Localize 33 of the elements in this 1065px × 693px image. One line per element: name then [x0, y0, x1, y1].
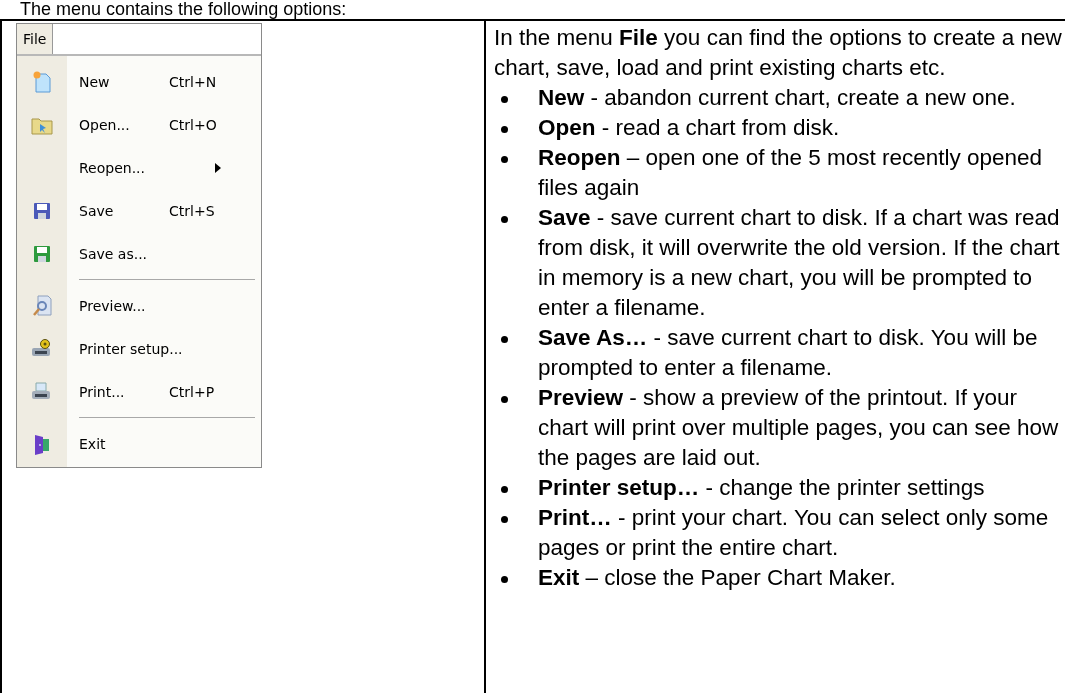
menu-item[interactable]: New Ctrl+N	[17, 60, 261, 103]
bullet-text: Save As… - save current chart to disk. You will be prompted to enter a filename.	[538, 324, 1039, 382]
menu-item[interactable]: Open... Ctrl+O	[17, 103, 261, 146]
bullet-text: Printer setup… - change the printer settings	[538, 474, 986, 502]
bullet-text: New - abandon current chart, create a new one.	[538, 84, 1017, 112]
bullet-icon	[501, 576, 508, 583]
bullet-icon	[501, 396, 508, 403]
menu-item[interactable]: Printer setup...	[17, 327, 261, 370]
bullet-icon	[501, 336, 508, 343]
bullet-icon	[501, 156, 508, 163]
menu-item[interactable]: Save as...	[17, 232, 261, 275]
menu-bar-item[interactable]: File	[17, 24, 54, 54]
bullet-icon	[501, 126, 508, 133]
bullet-text: Save - save current chart to disk. If a chart was read from disk, it will overwrite the old version. If the chart in memory is a new chart, you will be prompted to enter a filename.	[538, 204, 1061, 322]
bullet-text: Preview - show a preview of the printout. If your chart will print over multiple pages, you can see how the pages are laid out.	[538, 384, 1060, 472]
new-file-icon	[31, 69, 53, 94]
bullet-text: Print… - print your chart. You can select only some pages or print the entire chart.	[538, 504, 1050, 562]
submenu-arrow-icon	[215, 162, 221, 173]
bullet-icon	[501, 96, 508, 103]
bullet-text: Reopen – open one of the 5 most recently opened files again	[538, 144, 1044, 202]
bullet-text: Open - read a chart from disk.	[538, 114, 841, 142]
menu-item[interactable]: Print... Ctrl+P	[17, 370, 261, 413]
menu-item[interactable]: Save Ctrl+S	[17, 189, 261, 232]
intro-paragraph: In the menu File you can find the options to create a new chart, save, load and print existing charts etc.	[494, 24, 1063, 82]
menu-item[interactable]: Exit	[17, 422, 261, 465]
caption-text: The menu contains the following options:	[19, 0, 348, 19]
bullet-icon	[501, 486, 508, 493]
bullet-text: Exit – close the Paper Chart Maker.	[538, 564, 897, 592]
menu-item[interactable]: Preview...	[17, 284, 261, 327]
magnifier-page-icon	[31, 293, 53, 318]
bullet-icon	[501, 516, 508, 523]
bullet-icon	[501, 216, 508, 223]
menu-item[interactable]: Reopen...	[17, 146, 261, 189]
